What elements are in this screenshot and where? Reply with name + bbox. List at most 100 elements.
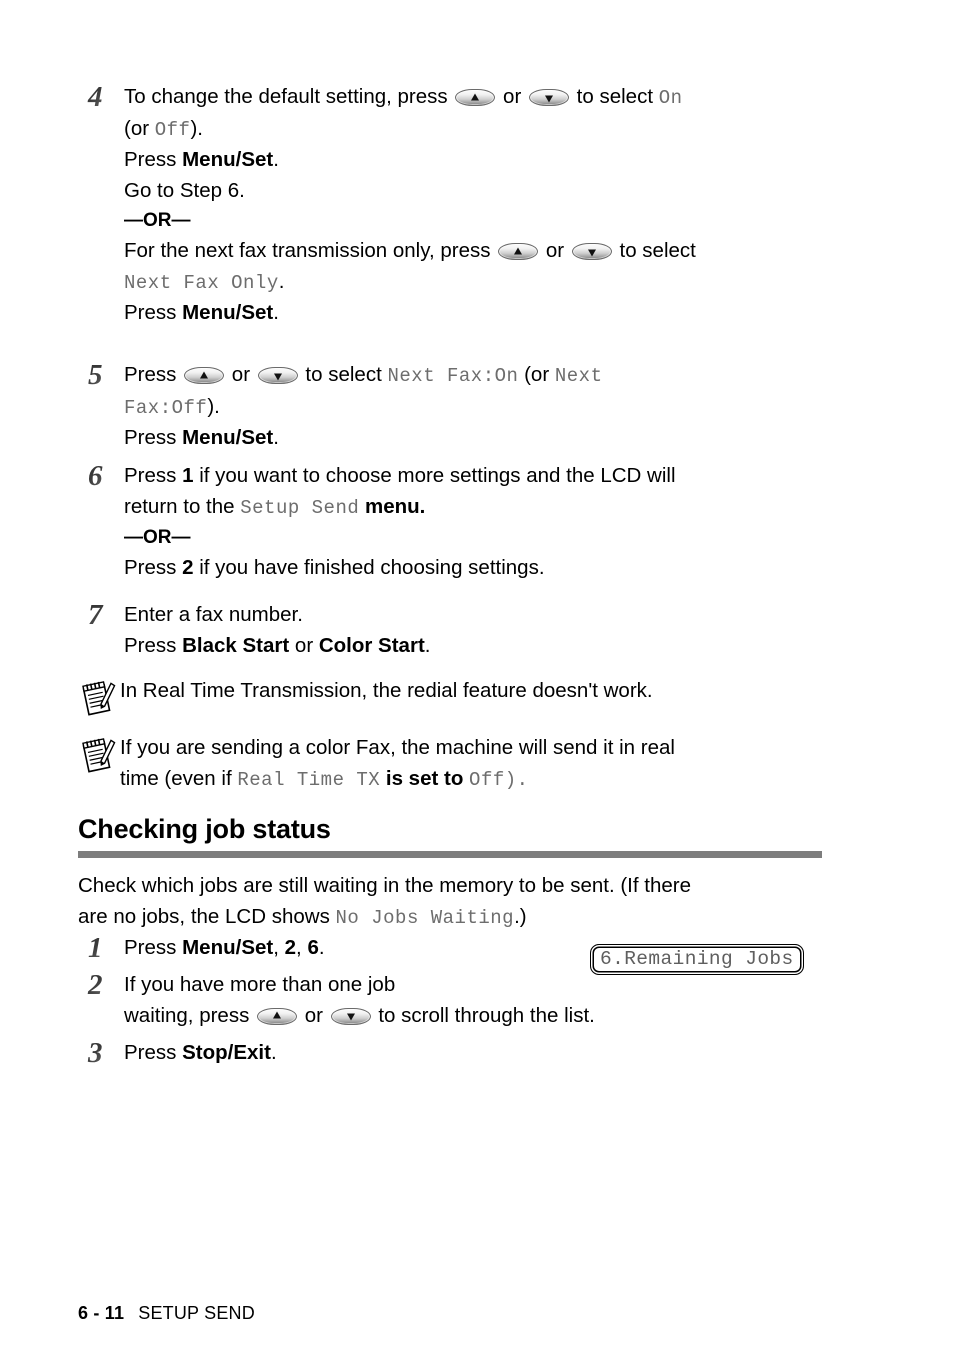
heading-divider <box>78 851 822 858</box>
up-arrow-key-icon[interactable] <box>257 1007 298 1025</box>
text-fragment: To change the default setting, press <box>124 85 454 108</box>
text-fragment: is set to <box>380 766 470 790</box>
text-fragment: . <box>318 936 325 959</box>
up-arrow-key-icon[interactable] <box>184 367 225 384</box>
step-6: 6 Press 1 if you want to choose more set… <box>78 461 858 584</box>
step-body: Press 1 if you want to choose more setti… <box>124 461 858 584</box>
text-fragment: Press <box>124 426 183 449</box>
notepad-pencil-icon <box>80 680 120 718</box>
down-arrow-key-icon[interactable] <box>257 367 298 384</box>
key-label-color-start: Color Start <box>318 633 425 657</box>
down-arrow-key-icon[interactable] <box>571 243 612 260</box>
step-4-line-5: For the next fax transmission only, pres… <box>124 236 838 267</box>
step-5-line-3: Press Menu/Set. <box>124 423 838 454</box>
lcd-value-next-fax-only: Next Fax Only <box>124 271 279 294</box>
intro-line-1: Check which jobs are still waiting in th… <box>78 874 691 897</box>
key-label-1: 1 <box>182 464 194 487</box>
note-text: In Real Time Transmission, the redial fe… <box>120 679 653 702</box>
checking-step-1: 1 Press Menu/Set, 2, 6. <box>78 933 578 964</box>
text-fragment: to select <box>299 363 388 386</box>
lcd-value-next: Next <box>554 365 603 387</box>
text-fragment: if you want to choose more settings and … <box>193 464 676 487</box>
step-body: To change the default setting, press or … <box>124 82 838 329</box>
text-fragment: Press <box>124 363 183 386</box>
step-number: 7 <box>78 600 124 630</box>
notepad-pencil-icon <box>80 737 120 775</box>
step-number: 1 <box>78 933 124 963</box>
text-fragment: to select <box>613 239 696 262</box>
step-7: 7 Enter a fax number. Press Black Start … <box>78 600 858 661</box>
lcd-value-no-jobs-waiting: No Jobs Waiting <box>335 906 515 929</box>
step-4: 4 To change the default setting, press o… <box>78 82 838 329</box>
checking-step-2: 2 If you have more than one job waiting,… <box>78 970 778 1031</box>
step-6-line-2: return to the Setup Send menu. <box>124 492 858 524</box>
text-fragment: or <box>540 239 570 262</box>
step-5-line-2: Fax:Off). <box>124 392 838 424</box>
text-fragment: . <box>273 301 279 324</box>
text-fragment: menu. <box>359 494 426 518</box>
footer-section-name: SETUP SEND <box>138 1303 255 1323</box>
text-fragment: (or <box>518 363 555 386</box>
step-6-line-3: Press 2 if you have finished choosing se… <box>124 553 858 584</box>
text-fragment: .) <box>514 904 527 928</box>
step-body: Press Stop/Exit. <box>124 1038 578 1069</box>
text-fragment: ). <box>504 768 529 791</box>
key-label-menu-set: Menu/Set <box>182 148 274 171</box>
checking-step-1-line-1: Press Menu/Set, 2, 6. <box>124 933 578 964</box>
note-line-2: time (even if Real Time TX is set to Off… <box>120 764 840 796</box>
text-fragment: or <box>299 1003 329 1027</box>
or-separator: —OR— <box>124 527 191 548</box>
intro-line-2: are no jobs, the LCD shows No Jobs Waiti… <box>78 902 848 934</box>
lcd-display-text: 6.Remaining Jobs <box>600 948 794 970</box>
text-fragment: if you have finished choosing settings. <box>193 556 545 579</box>
up-arrow-key-icon[interactable] <box>455 89 496 106</box>
lcd-value-fax-off: Fax:Off <box>124 396 208 419</box>
lcd-value-real-time-tx: Real Time TX <box>237 768 381 791</box>
step-5-line-1: Press or to select Next Fax:On (or Next <box>124 360 838 392</box>
step-body: Enter a fax number. Press Black Start or… <box>124 600 858 661</box>
key-label-2: 2 <box>284 936 297 959</box>
text-fragment: Press <box>124 556 183 579</box>
text-fragment: . <box>273 426 279 449</box>
down-arrow-key-icon[interactable] <box>330 1007 371 1025</box>
page-title: Checking job status <box>78 814 331 844</box>
text-fragment: or <box>226 363 256 386</box>
text-fragment: Press <box>124 936 183 959</box>
key-label-menu-set: Menu/Set <box>182 301 274 324</box>
text-fragment: (or <box>124 116 155 140</box>
down-arrow-key-icon[interactable] <box>528 89 569 106</box>
text-fragment: to scroll through the list. <box>372 1003 595 1027</box>
footer-page-number: 6 - 11 <box>78 1303 125 1323</box>
key-label-2: 2 <box>182 556 194 579</box>
step-number: 4 <box>78 82 124 112</box>
text-fragment: or <box>497 85 527 108</box>
text-fragment: . <box>270 1041 277 1064</box>
lcd-value-next-fax-on: Next Fax:On <box>387 365 519 387</box>
key-label-menu-set: Menu/Set <box>182 426 274 449</box>
text-fragment: or <box>289 633 319 657</box>
note-block-2: If you are sending a color Fax, the mach… <box>80 733 840 795</box>
text-fragment: are no jobs, the LCD shows <box>78 904 336 928</box>
text-fragment: . <box>278 269 285 293</box>
text-fragment: , <box>296 936 308 959</box>
key-label-black-start: Black Start <box>182 633 290 657</box>
text-fragment: For the next fax transmission only, pres… <box>124 239 497 262</box>
or-separator: —OR— <box>124 210 191 231</box>
step-7-line-2: Press Black Start or Color Start. <box>124 631 858 662</box>
step-4-line-2: (or Off). <box>124 114 838 146</box>
step-number: 3 <box>78 1038 124 1068</box>
step-number: 5 <box>78 360 124 390</box>
lcd-value-setup-send: Setup Send <box>240 496 360 519</box>
text-fragment: Press <box>124 1041 183 1064</box>
checking-step-3-line-1: Press Stop/Exit. <box>124 1038 578 1069</box>
step-number: 6 <box>78 461 124 491</box>
key-label-6: 6 <box>307 936 319 959</box>
step-body: Press Menu/Set, 2, 6. <box>124 933 578 964</box>
text-fragment: to select <box>570 85 659 108</box>
step-5: 5 Press or to select Next Fax:On (or Nex… <box>78 360 838 454</box>
text-fragment: . <box>424 633 431 657</box>
step-4-line-4: Go to Step 6. <box>124 178 245 202</box>
up-arrow-key-icon[interactable] <box>498 243 539 260</box>
lcd-value-on: On <box>658 87 683 109</box>
key-label-stop-exit: Stop/Exit <box>182 1041 271 1064</box>
